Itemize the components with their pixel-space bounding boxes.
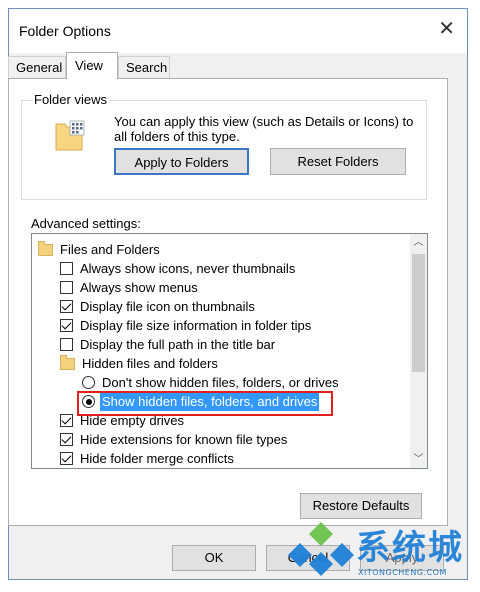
folder-views-description: You can apply this view (such as Details… <box>114 114 414 144</box>
radio-button[interactable] <box>82 376 95 389</box>
checkbox-checked[interactable] <box>60 414 73 427</box>
radio-button-selected[interactable] <box>82 395 95 408</box>
checkbox[interactable] <box>60 338 73 351</box>
reset-folders-button[interactable]: Reset Folders <box>270 148 406 175</box>
title-bar: Folder Options ✕ <box>9 9 467 53</box>
folder-views-icon <box>55 120 85 151</box>
scroll-up-arrow-icon[interactable]: ︿ <box>410 234 427 251</box>
apply-to-folders-button[interactable]: Apply to Folders <box>114 148 249 175</box>
checkbox-checked[interactable] <box>60 433 73 446</box>
tab-general[interactable]: General <box>8 56 66 78</box>
cancel-button[interactable]: Cancel <box>266 545 350 571</box>
tab-search[interactable]: Search <box>118 56 170 78</box>
checkbox[interactable] <box>60 262 73 275</box>
folder-icon <box>60 355 75 370</box>
checkbox-checked[interactable] <box>60 319 73 332</box>
folder-views-legend: Folder views <box>31 92 110 107</box>
checkbox-checked[interactable] <box>60 452 73 465</box>
tab-view[interactable]: View <box>66 52 118 79</box>
folder-icon <box>38 241 53 256</box>
advanced-settings-tree[interactable]: Files and Folders Always show icons, nev… <box>31 233 428 469</box>
restore-defaults-button[interactable]: Restore Defaults <box>300 493 422 519</box>
window-title: Folder Options <box>19 23 111 39</box>
apply-button[interactable]: Apply <box>360 545 444 571</box>
scroll-thumb[interactable] <box>412 254 425 372</box>
scroll-down-arrow-icon[interactable]: ﹀ <box>410 451 427 468</box>
checkbox[interactable] <box>60 281 73 294</box>
ok-button[interactable]: OK <box>172 545 256 571</box>
checkbox-checked[interactable] <box>60 300 73 313</box>
vertical-scrollbar[interactable]: ︿ ﹀ <box>410 234 427 468</box>
close-icon[interactable]: ✕ <box>438 19 455 39</box>
advanced-settings-label: Advanced settings: <box>31 216 141 231</box>
